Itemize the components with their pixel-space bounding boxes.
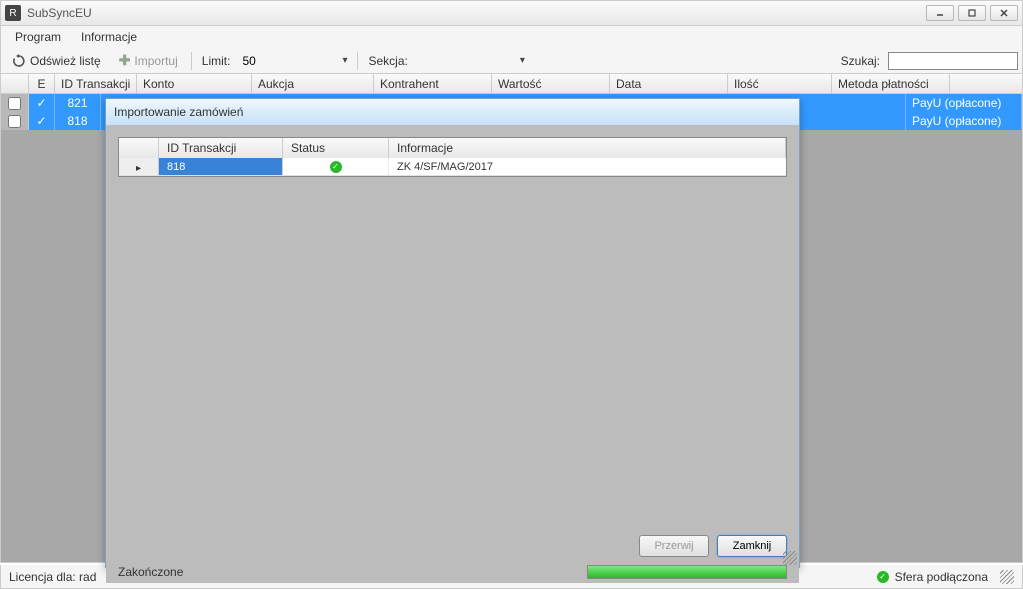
dialog-body: ID Transakcji Status Informacje 818 ✓ ZK… xyxy=(106,125,799,531)
check-icon xyxy=(36,114,46,128)
search-input[interactable] xyxy=(888,52,1018,70)
separator xyxy=(357,52,358,70)
dialog-status-bar: Zakończone xyxy=(106,561,799,583)
section-label: Sekcja: xyxy=(364,54,411,68)
refresh-button[interactable]: Odśwież listę xyxy=(5,51,108,71)
row-indicator-icon xyxy=(136,160,141,174)
menu-bar: Program Informacje xyxy=(0,26,1023,48)
col-payment[interactable]: Metoda płatności xyxy=(832,74,950,93)
check-icon xyxy=(36,96,46,110)
dialog-footer: Przerwij Zamknij xyxy=(106,531,799,561)
maximize-button[interactable] xyxy=(958,5,986,21)
menu-program[interactable]: Program xyxy=(7,28,69,46)
dialog-resize-grip[interactable] xyxy=(783,551,797,565)
row-checkbox[interactable] xyxy=(8,97,21,110)
cell-id: 818 xyxy=(55,112,101,130)
progress-bar xyxy=(587,565,787,579)
col-id[interactable]: ID Transakcji xyxy=(55,74,137,93)
col-account[interactable]: Konto xyxy=(137,74,252,93)
import-dialog: Importowanie zamówień ID Transakcji Stat… xyxy=(105,98,800,568)
dlg-col-status[interactable]: Status xyxy=(283,138,389,158)
row-checkbox[interactable] xyxy=(8,115,21,128)
app-title: SubSyncEU xyxy=(27,6,926,20)
grid-header-row: E ID Transakcji Konto Aukcja Kontrahent … xyxy=(1,74,1022,94)
col-date[interactable]: Data xyxy=(610,74,728,93)
cell-payment: PayU (opłacone) xyxy=(906,94,1022,112)
dialog-table-row[interactable]: 818 ✓ ZK 4/SF/MAG/2017 xyxy=(119,158,786,176)
dialog-title-bar[interactable]: Importowanie zamówień xyxy=(106,99,799,125)
close-button[interactable] xyxy=(990,5,1018,21)
dlg-col-marker[interactable] xyxy=(119,138,159,158)
search-label: Szukaj: xyxy=(837,54,884,68)
import-button[interactable]: ✚ Importuj xyxy=(112,49,185,72)
limit-label: Limit: xyxy=(198,54,235,68)
dlg-col-info[interactable]: Informacje xyxy=(389,138,786,158)
chevron-down-icon[interactable]: ▾ xyxy=(342,55,351,66)
connection-status: Sfera podłączona xyxy=(895,570,988,584)
col-contractor[interactable]: Kontrahent xyxy=(374,74,492,93)
close-dialog-button[interactable]: Zamknij xyxy=(717,535,787,557)
dialog-status-text: Zakończone xyxy=(118,565,183,579)
resize-grip[interactable] xyxy=(1000,570,1014,584)
dialog-grid-header: ID Transakcji Status Informacje xyxy=(119,138,786,158)
dialog-grid: ID Transakcji Status Informacje 818 ✓ ZK… xyxy=(118,137,787,177)
app-icon: R xyxy=(5,5,21,21)
dlg-cell-id: 818 xyxy=(159,158,283,175)
col-auction[interactable]: Aukcja xyxy=(252,74,374,93)
col-e[interactable]: E xyxy=(29,74,55,93)
minimize-button[interactable] xyxy=(926,5,954,21)
toolbar: Odśwież listę ✚ Importuj Limit: 50 ▾ Sek… xyxy=(0,48,1023,74)
refresh-icon xyxy=(12,54,26,68)
separator xyxy=(191,52,192,70)
plus-icon: ✚ xyxy=(119,52,131,69)
limit-select[interactable]: 50 xyxy=(238,52,338,70)
cancel-button[interactable]: Przerwij xyxy=(639,535,709,557)
title-bar: R SubSyncEU xyxy=(0,0,1023,26)
import-label: Importuj xyxy=(134,54,177,68)
col-qty[interactable]: Ilość xyxy=(728,74,832,93)
col-value[interactable]: Wartość xyxy=(492,74,610,93)
menu-informacje[interactable]: Informacje xyxy=(73,28,145,46)
success-icon: ✓ xyxy=(330,161,342,173)
ok-icon: ✓ xyxy=(877,571,889,583)
chevron-down-icon[interactable]: ▾ xyxy=(520,55,529,66)
progress-fill xyxy=(588,566,786,578)
license-label: Licencja dla: rad xyxy=(9,570,96,584)
section-select[interactable] xyxy=(416,59,516,63)
dlg-col-id[interactable]: ID Transakcji xyxy=(159,138,283,158)
cell-payment: PayU (opłacone) xyxy=(906,112,1022,130)
col-check[interactable] xyxy=(1,74,29,93)
refresh-label: Odśwież listę xyxy=(30,54,101,68)
dlg-cell-info: ZK 4/SF/MAG/2017 xyxy=(389,158,786,175)
dialog-title: Importowanie zamówień xyxy=(114,105,243,119)
window-controls xyxy=(926,5,1018,21)
cell-id: 821 xyxy=(55,94,101,112)
